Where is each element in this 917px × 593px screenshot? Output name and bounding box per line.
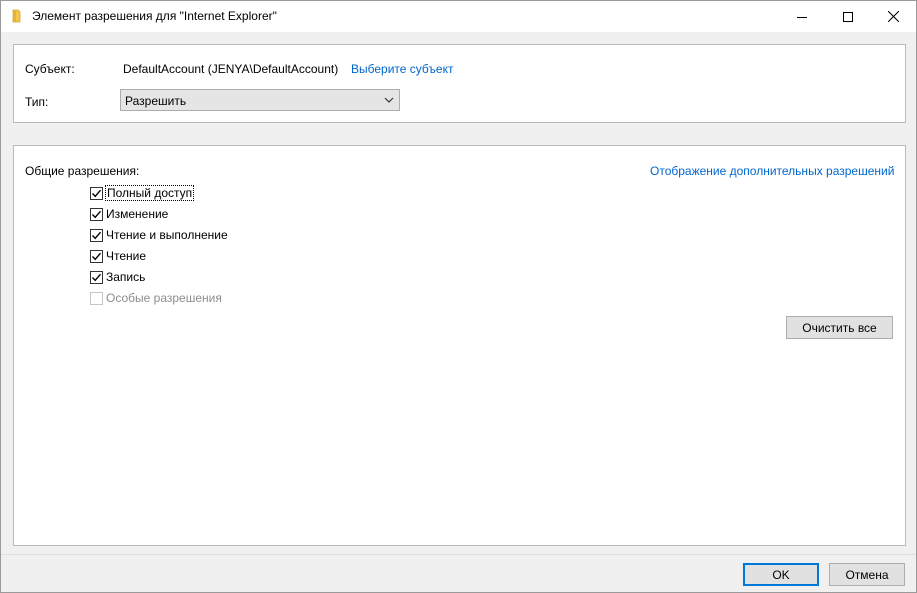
- checkbox-unchecked-icon: [90, 291, 103, 305]
- permission-label: Особые разрешения: [106, 291, 222, 305]
- permission-label: Чтение: [106, 249, 147, 263]
- permission-label: Запись: [106, 270, 146, 284]
- close-icon: [887, 11, 899, 22]
- close-button[interactable]: [870, 1, 916, 32]
- minimize-icon: [797, 16, 807, 18]
- permission-write[interactable]: Запись: [90, 268, 145, 286]
- folder-icon: [11, 9, 23, 23]
- type-dropdown[interactable]: Разрешить: [120, 89, 400, 111]
- permission-read[interactable]: Чтение: [90, 247, 146, 265]
- show-advanced-permissions-link[interactable]: Отображение дополнительных разрешений: [650, 164, 894, 178]
- maximize-icon: [843, 11, 853, 22]
- maximize-button[interactable]: [825, 1, 871, 32]
- permissions-panel: Общие разрешения: Отображение дополнител…: [13, 145, 906, 546]
- principal-label: Субъект:: [25, 62, 75, 76]
- permission-label: Чтение и выполнение: [106, 228, 228, 242]
- permission-label: Полный доступ: [104, 185, 195, 201]
- permission-special: Особые разрешения: [90, 289, 222, 307]
- permission-modify[interactable]: Изменение: [90, 205, 168, 223]
- ok-button[interactable]: OK: [743, 563, 819, 586]
- footer-divider: [1, 554, 916, 555]
- title-bar: Элемент разрешения для "Internet Explore…: [1, 1, 916, 32]
- minimize-button[interactable]: [779, 1, 825, 32]
- checkbox-checked-icon[interactable]: [90, 186, 103, 200]
- checkbox-checked-icon[interactable]: [90, 249, 103, 263]
- cancel-button[interactable]: Отмена: [829, 563, 905, 586]
- principal-panel: Субъект: DefaultAccount (JENYA\DefaultAc…: [13, 44, 906, 123]
- select-principal-link[interactable]: Выберите субъект: [351, 62, 453, 76]
- permission-read-execute[interactable]: Чтение и выполнение: [90, 226, 228, 244]
- permission-full-control[interactable]: Полный доступ: [90, 184, 195, 202]
- type-label: Тип:: [25, 95, 49, 109]
- checkbox-checked-icon[interactable]: [90, 207, 103, 221]
- checkbox-checked-icon[interactable]: [90, 270, 103, 284]
- type-selected-value: Разрешить: [125, 94, 187, 108]
- window-title: Элемент разрешения для "Internet Explore…: [32, 9, 277, 23]
- permission-label: Изменение: [106, 207, 169, 221]
- principal-value: DefaultAccount (JENYA\DefaultAccount): [123, 62, 339, 76]
- clear-all-button[interactable]: Очистить все: [786, 316, 893, 339]
- basic-permissions-header: Общие разрешения:: [25, 164, 140, 178]
- permission-entry-dialog: Элемент разрешения для "Internet Explore…: [0, 0, 917, 593]
- checkbox-checked-icon[interactable]: [90, 228, 103, 242]
- chevron-down-icon: [384, 97, 394, 103]
